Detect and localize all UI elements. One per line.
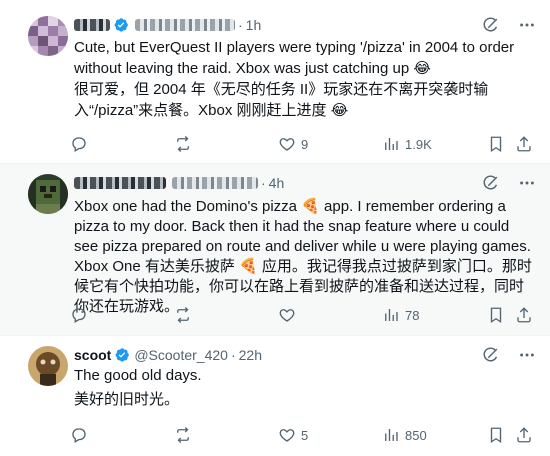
views-count: 1.9K — [405, 136, 432, 152]
reply-button[interactable] — [70, 306, 93, 324]
verified-badge-icon — [114, 347, 130, 363]
action-bar: 5 850 — [70, 425, 533, 445]
more-icon[interactable] — [518, 174, 536, 192]
more-icon[interactable] — [518, 16, 536, 34]
dot-separator: · — [238, 17, 243, 33]
reply-text-english: Xbox one had the Domino's pizza 🍕 app. I… — [74, 196, 534, 257]
reply-button[interactable] — [70, 135, 93, 153]
dot-separator: · — [261, 175, 266, 191]
reply-post-3[interactable]: scoot @Scooter_420 · 22h The good old da… — [0, 336, 550, 456]
repost-icon — [177, 427, 189, 443]
reply-text: Xbox one had the Domino's pizza — [74, 198, 298, 215]
laughing-emoji: 😂 — [413, 59, 431, 77]
reply-icon — [72, 137, 86, 152]
post-time[interactable]: 4h — [269, 175, 285, 191]
reply-text: Cute, but EverQuest II players were typi… — [74, 39, 515, 77]
reply-button[interactable] — [70, 426, 93, 444]
bookmark-button[interactable] — [487, 135, 505, 153]
reply-icon — [72, 308, 86, 323]
author-handle-redacted[interactable] — [135, 19, 235, 31]
author-handle-redacted[interactable] — [172, 177, 258, 189]
repost-button[interactable] — [174, 135, 197, 153]
bookmark-icon — [490, 307, 502, 324]
repost-button[interactable] — [174, 426, 197, 444]
like-icon — [279, 309, 295, 322]
verified-badge-icon — [113, 17, 129, 33]
reply-post-1[interactable]: · 1h Cute, but EverQuest II players were… — [0, 0, 550, 164]
dot-separator: · — [230, 347, 236, 363]
share-button[interactable] — [515, 306, 533, 324]
author-name-redacted[interactable] — [74, 19, 110, 31]
reply-icon — [72, 428, 86, 443]
share-button[interactable] — [515, 135, 533, 153]
repost-icon — [177, 136, 189, 152]
views-button[interactable]: 78 — [382, 306, 419, 324]
avatar[interactable] — [28, 346, 68, 386]
grok-icon[interactable] — [482, 174, 500, 192]
grok-icon[interactable] — [482, 346, 500, 364]
views-count: 78 — [405, 307, 420, 323]
views-count: 850 — [405, 427, 427, 443]
views-icon — [385, 429, 398, 441]
reply-text-chinese: 美好的旧时光。 — [74, 391, 180, 408]
like-button[interactable] — [278, 306, 301, 324]
author-handle[interactable]: @Scooter_420 — [134, 347, 228, 363]
avatar[interactable] — [28, 16, 68, 56]
like-count: 5 — [301, 427, 309, 443]
reply-text-english: Cute, but EverQuest II players were typi… — [74, 38, 534, 79]
laughing-emoji: 😂 — [330, 101, 349, 119]
reply-post-2[interactable]: · 4h Xbox one had the Domino's pizza 🍕 a… — [0, 164, 550, 336]
like-button[interactable]: 5 — [278, 426, 308, 444]
reply-text-translation: 很可爱，但 2004 年《无尽的任务 II》玩家还在不离开突袭时输入“/pizz… — [74, 81, 489, 119]
repost-button[interactable] — [174, 306, 197, 324]
action-bar: 78 — [70, 305, 533, 325]
pizza-emoji: 🍕 — [301, 197, 320, 215]
views-icon — [385, 309, 398, 321]
reply-text-translation: Xbox One 有达美乐披萨 — [74, 258, 235, 275]
reply-text-english: The good old days. — [74, 367, 202, 384]
share-button[interactable] — [515, 426, 533, 444]
grok-icon[interactable] — [482, 16, 500, 34]
like-icon — [279, 429, 295, 442]
reply-text-chinese: 很可爱，但 2004 年《无尽的任务 II》玩家还在不离开突袭时输入“/pizz… — [74, 80, 534, 121]
action-bar: 9 1.9K — [70, 134, 533, 154]
post-time[interactable]: 1h — [246, 17, 262, 33]
repost-icon — [177, 307, 189, 323]
author-name[interactable]: scoot — [74, 347, 111, 363]
share-icon — [517, 136, 531, 152]
avatar[interactable] — [28, 174, 68, 214]
like-count: 9 — [301, 136, 309, 152]
pizza-emoji: 🍕 — [239, 257, 258, 275]
share-icon — [517, 427, 531, 443]
like-icon — [279, 138, 295, 151]
like-button[interactable]: 9 — [278, 135, 308, 153]
share-icon — [517, 307, 531, 323]
bookmark-button[interactable] — [487, 426, 505, 444]
post-time[interactable]: 22h — [239, 347, 262, 363]
bookmark-icon — [490, 136, 502, 153]
views-button[interactable]: 850 — [382, 426, 427, 444]
bookmark-button[interactable] — [487, 306, 505, 324]
more-icon[interactable] — [518, 346, 536, 364]
views-button[interactable]: 1.9K — [382, 135, 432, 153]
bookmark-icon — [490, 427, 502, 444]
author-name-redacted[interactable] — [74, 177, 166, 189]
views-icon — [385, 138, 398, 150]
